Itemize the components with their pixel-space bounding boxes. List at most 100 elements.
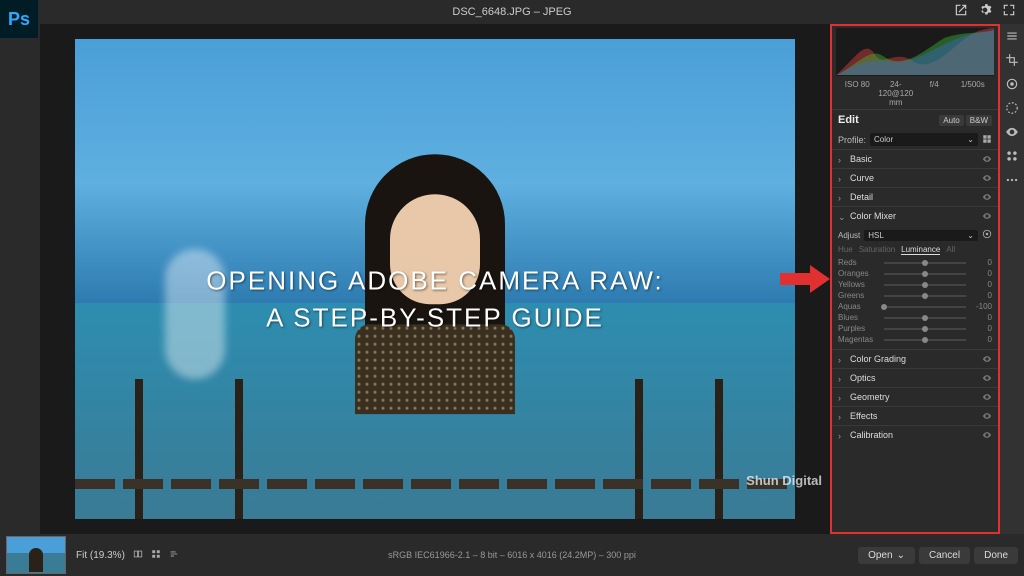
chevron-right-icon xyxy=(838,174,846,182)
chevron-down-icon: ⌄ xyxy=(967,135,974,144)
edit-header: Edit Auto B&W xyxy=(832,110,998,130)
eye-icon[interactable] xyxy=(982,411,992,421)
titlebar: Ps DSC_6648.JPG – JPEG xyxy=(0,0,1024,24)
chevron-right-icon xyxy=(838,193,846,201)
edit-label: Edit xyxy=(838,114,859,126)
presets-icon[interactable] xyxy=(1004,148,1020,164)
section-calibration: Calibration xyxy=(832,425,998,444)
workspace: OPENING ADOBE CAMERA RAW: A STEP-BY-STEP… xyxy=(0,24,1024,534)
adjust-row: Adjust HSL⌄ xyxy=(838,227,992,243)
exif-lens: 24-120@120 mm xyxy=(877,80,916,107)
slider-aquas[interactable]: Aquas-100 xyxy=(838,301,992,312)
color-mixer-body: Adjust HSL⌄ Hue Saturation Luminance All… xyxy=(832,225,998,349)
left-gutter xyxy=(0,24,40,534)
slider-yellows[interactable]: Yellows0 xyxy=(838,279,992,290)
eye-icon[interactable] xyxy=(982,373,992,383)
compare-icon[interactable] xyxy=(133,549,143,562)
chevron-down-icon: ⌄ xyxy=(967,231,974,240)
profile-label: Profile: xyxy=(838,135,866,145)
eye-icon[interactable] xyxy=(982,354,992,364)
section-calibration-header[interactable]: Calibration xyxy=(832,426,998,444)
chevron-down-icon: ⌄ xyxy=(897,550,905,561)
section-detail-header[interactable]: Detail xyxy=(832,188,998,206)
slider-purples[interactable]: Purples0 xyxy=(838,323,992,334)
section-basic: Basic xyxy=(832,149,998,168)
tab-saturation[interactable]: Saturation xyxy=(859,245,895,255)
settings-icon[interactable] xyxy=(169,549,179,562)
exif-row: ISO 80 24-120@120 mm f/4 1/500s xyxy=(832,78,998,110)
tab-luminance[interactable]: Luminance xyxy=(901,245,940,255)
spot-removal-icon[interactable] xyxy=(1004,76,1020,92)
document-filename: DSC_6648.JPG – JPEG xyxy=(452,6,571,18)
eye-icon[interactable] xyxy=(982,192,992,202)
photo-preview[interactable]: OPENING ADOBE CAMERA RAW: A STEP-BY-STEP… xyxy=(75,39,795,519)
section-curve: Curve xyxy=(832,168,998,187)
adjust-label: Adjust xyxy=(838,231,860,240)
section-effects: Effects xyxy=(832,406,998,425)
filmstrip-thumbnail[interactable] xyxy=(6,536,66,574)
slider-magentas[interactable]: Magentas0 xyxy=(838,334,992,345)
watermark: Shun Digital xyxy=(746,473,822,488)
share-icon[interactable] xyxy=(954,3,968,22)
section-curve-header[interactable]: Curve xyxy=(832,169,998,187)
canvas-area: OPENING ADOBE CAMERA RAW: A STEP-BY-STEP… xyxy=(40,24,830,534)
hsl-tabs: Hue Saturation Luminance All xyxy=(838,243,992,257)
section-effects-header[interactable]: Effects xyxy=(832,407,998,425)
section-basic-header[interactable]: Basic xyxy=(832,150,998,168)
eye-icon[interactable] xyxy=(982,430,992,440)
more-icon[interactable] xyxy=(1004,172,1020,188)
adjust-dropdown[interactable]: HSL⌄ xyxy=(864,230,978,241)
section-geometry: Geometry xyxy=(832,387,998,406)
profile-dropdown[interactable]: Color ⌄ xyxy=(870,133,978,146)
slider-oranges[interactable]: Oranges0 xyxy=(838,268,992,279)
section-optics: Optics xyxy=(832,368,998,387)
chevron-right-icon xyxy=(838,374,846,382)
overlay-title-line1: OPENING ADOBE CAMERA RAW: xyxy=(111,265,759,296)
slider-greens[interactable]: Greens0 xyxy=(838,290,992,301)
tab-all[interactable]: All xyxy=(946,245,955,255)
tool-strip xyxy=(1000,24,1024,534)
camera-raw-panel: ISO 80 24-120@120 mm f/4 1/500s Edit Aut… xyxy=(830,24,1000,534)
exif-aperture: f/4 xyxy=(915,80,954,107)
section-color-grading-header[interactable]: Color Grading xyxy=(832,350,998,368)
tab-hue[interactable]: Hue xyxy=(838,245,853,255)
section-color-grading: Color Grading xyxy=(832,349,998,368)
chevron-right-icon xyxy=(838,155,846,163)
section-detail: Detail xyxy=(832,187,998,206)
cancel-button[interactable]: Cancel xyxy=(919,547,970,564)
exif-shutter: 1/500s xyxy=(954,80,993,107)
open-button[interactable]: Open⌄ xyxy=(858,547,915,564)
eye-icon[interactable] xyxy=(982,211,992,221)
redeye-tool-icon[interactable] xyxy=(1004,124,1020,140)
gear-icon[interactable] xyxy=(978,3,992,22)
chevron-right-icon xyxy=(838,355,846,363)
slider-blues[interactable]: Blues0 xyxy=(838,312,992,323)
profile-row: Profile: Color ⌄ xyxy=(832,130,998,149)
section-optics-header[interactable]: Optics xyxy=(832,369,998,387)
eye-icon[interactable] xyxy=(982,154,992,164)
eye-icon[interactable] xyxy=(982,392,992,402)
section-geometry-header[interactable]: Geometry xyxy=(832,388,998,406)
zoom-indicator[interactable]: Fit (19.3%) xyxy=(76,550,125,561)
document-info: sRGB IEC61966-2.1 – 8 bit – 6016 x 4016 … xyxy=(388,550,636,560)
target-icon[interactable] xyxy=(982,229,992,241)
fullscreen-icon[interactable] xyxy=(1002,3,1016,22)
done-button[interactable]: Done xyxy=(974,547,1018,564)
auto-button[interactable]: Auto xyxy=(939,115,963,126)
chevron-right-icon xyxy=(838,393,846,401)
section-color-mixer-header[interactable]: Color Mixer xyxy=(832,207,998,225)
edit-tool-icon[interactable] xyxy=(1004,28,1020,44)
section-color-mixer: Color Mixer Adjust HSL⌄ Hue Saturation L… xyxy=(832,206,998,349)
histogram[interactable] xyxy=(836,28,994,76)
exif-iso: ISO 80 xyxy=(838,80,877,107)
masking-tool-icon[interactable] xyxy=(1004,100,1020,116)
slider-reds[interactable]: Reds0 xyxy=(838,257,992,268)
grid-view-icon[interactable] xyxy=(151,549,161,562)
crop-tool-icon[interactable] xyxy=(1004,52,1020,68)
bw-button[interactable]: B&W xyxy=(966,115,992,126)
grid-icon[interactable] xyxy=(982,134,992,146)
eye-icon[interactable] xyxy=(982,173,992,183)
chevron-right-icon xyxy=(838,431,846,439)
arrow-indicator xyxy=(780,265,830,293)
photoshop-logo: Ps xyxy=(0,0,38,38)
